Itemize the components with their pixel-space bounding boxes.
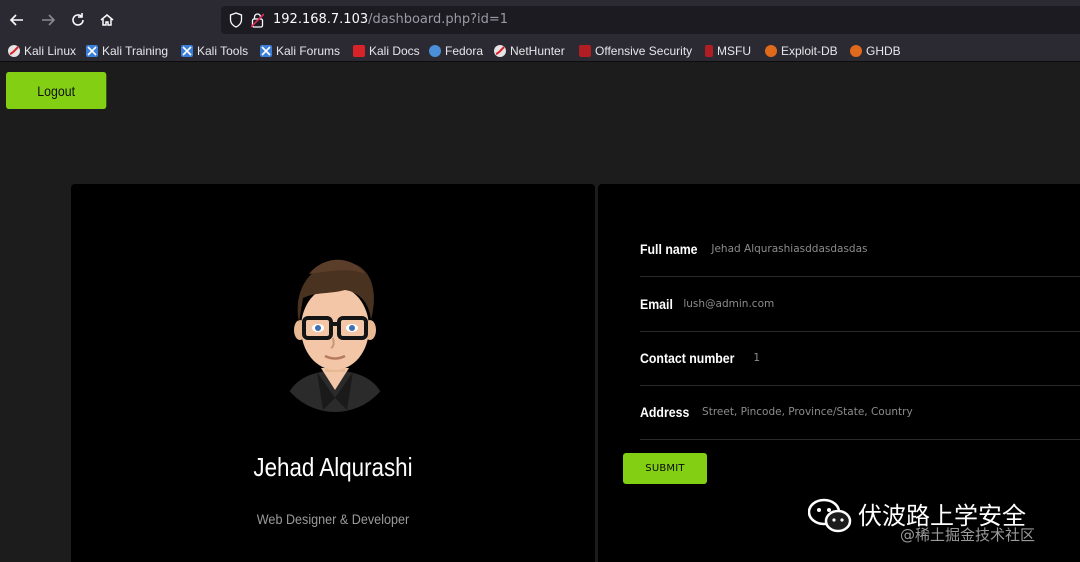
bookmark-offensive-security[interactable]: Offensive Security [579, 42, 692, 60]
insecure-lock-icon[interactable] [250, 12, 265, 32]
url-bar[interactable]: 192.168.7.103/dashboard.php?id=1 [221, 6, 1080, 34]
address-label: Address [640, 404, 690, 420]
profile-card: Jehad Alqurashi Web Designer & Developer [71, 184, 595, 562]
bookmark-msfu[interactable]: MSFU [705, 42, 751, 60]
bookmark-exploit-db[interactable]: Exploit-DB [765, 42, 838, 60]
fedora-icon [429, 45, 441, 57]
address-value[interactable]: Street, Pincode, Province/State, Country [702, 406, 913, 418]
bookmark-label: Kali Docs [369, 44, 420, 58]
ghdb-icon [850, 45, 862, 57]
back-arrow-icon[interactable] [5, 8, 29, 32]
profile-name: Jehad Alqurashi [253, 452, 413, 482]
url-host: 192.168.7.103 [273, 12, 369, 27]
bookmark-label: Kali Tools [197, 44, 249, 58]
submit-button[interactable]: SUBMIT [623, 453, 707, 484]
kali-icon [8, 45, 20, 57]
watermark: 伏波路上学安全 @稀土掘金技术社区 [808, 494, 1078, 562]
logout-button[interactable]: Logout [6, 72, 107, 109]
bookmark-label: Kali Training [102, 44, 169, 58]
bookmark-fedora[interactable]: Fedora [429, 42, 483, 60]
msfu-icon [705, 45, 713, 57]
bookmark-label: Fedora [445, 44, 484, 58]
bookmark-label: GHDB [866, 44, 901, 58]
exploitdb-icon [765, 45, 777, 57]
email-value[interactable]: lush@admin.com [683, 298, 774, 310]
contact-number-label: Contact number [640, 350, 735, 366]
bookmark-label: MSFU [717, 44, 751, 58]
kali-training-icon [86, 45, 98, 57]
kali-forums-icon [260, 45, 272, 57]
full-name-label: Full name [640, 241, 698, 257]
bookmark-label: Offensive Security [595, 44, 693, 58]
contact-number-value[interactable]: 1 [753, 352, 760, 364]
bookmark-ghdb[interactable]: GHDB [850, 42, 901, 60]
bookmark-label: NetHunter [510, 44, 565, 58]
browser-toolbar: 192.168.7.103/dashboard.php?id=1 [0, 0, 1080, 40]
nethunter-icon [494, 45, 506, 57]
wechat-icon [808, 498, 852, 533]
contact-number-row: Contact number 1 [640, 331, 1080, 386]
bookmark-label: Exploit-DB [781, 44, 838, 58]
bookmark-kali-training[interactable]: Kali Training [86, 42, 168, 60]
bookmark-kali-docs[interactable]: Kali Docs [353, 42, 420, 60]
bookmarks-bar: Kali Linux Kali Training Kali Tools Kali… [0, 40, 1080, 62]
avatar [275, 259, 395, 412]
home-icon[interactable] [95, 8, 119, 32]
full-name-value[interactable]: Jehad Alqurashiasddasdasdas [711, 243, 867, 255]
bookmark-label: Kali Linux [24, 44, 77, 58]
bookmark-kali-forums[interactable]: Kali Forums [260, 42, 340, 60]
bookmark-kali-tools[interactable]: Kali Tools [181, 42, 248, 60]
bookmark-nethunter[interactable]: NetHunter [494, 42, 565, 60]
bookmark-label: Kali Forums [276, 44, 341, 58]
profile-role: Web Designer & Developer [256, 511, 410, 527]
kali-docs-icon [353, 45, 365, 57]
url-text[interactable]: 192.168.7.103/dashboard.php?id=1 [273, 12, 508, 27]
full-name-row: Full name Jehad Alqurashiasddasdasdas [640, 222, 1080, 277]
kali-tools-icon [181, 45, 193, 57]
url-path: /dashboard.php?id=1 [368, 12, 509, 27]
shield-icon[interactable] [229, 12, 243, 32]
bookmark-kali-linux[interactable]: Kali Linux [8, 42, 76, 60]
forward-arrow-icon[interactable] [36, 8, 60, 32]
email-label: Email [640, 296, 673, 312]
offsec-icon [579, 45, 591, 57]
watermark-subtitle: @稀土掘金技术社区 [900, 526, 1036, 544]
reload-icon[interactable] [66, 8, 90, 32]
email-row: Email lush@admin.com [640, 277, 1080, 332]
address-row: Address Street, Pincode, Province/State,… [640, 385, 1080, 440]
